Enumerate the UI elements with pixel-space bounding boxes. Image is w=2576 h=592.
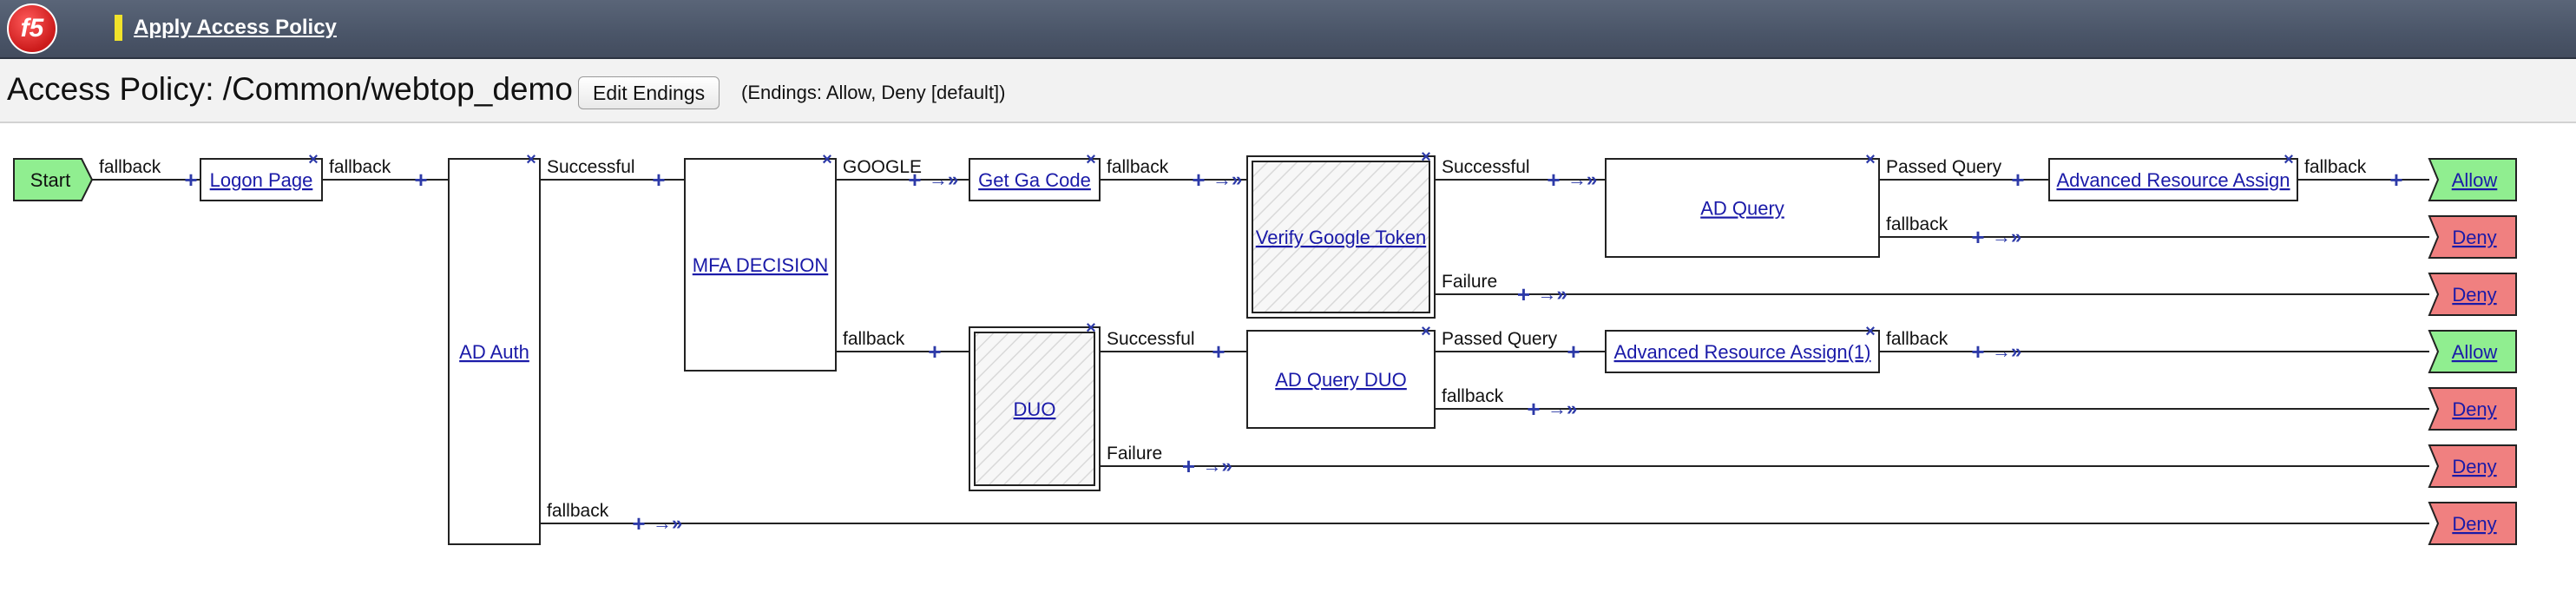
plus-icon[interactable]: + xyxy=(2389,167,2402,193)
endings-summary: (Endings: Allow, Deny [default]) xyxy=(741,82,1006,103)
close-icon[interactable]: × xyxy=(526,150,536,169)
branch-label: fallback xyxy=(329,157,391,177)
plus-icon[interactable]: + xyxy=(414,167,427,193)
branch-label: Passed Query xyxy=(1886,157,2002,177)
policy-item-link[interactable]: MFA DECISION xyxy=(693,254,828,276)
branch-label: Successful xyxy=(1107,329,1195,349)
plus-icon[interactable]: + xyxy=(1182,453,1195,479)
policy-item-ad-query-duo[interactable]: AD Query DUO × xyxy=(1246,322,1436,429)
ending-link[interactable]: Allow xyxy=(2452,341,2498,363)
branch-label: fallback xyxy=(547,501,609,521)
ending-link[interactable]: Deny xyxy=(2452,398,2496,420)
double-chevron-right-icon: →» xyxy=(1992,226,2021,247)
pending-changes-flag-icon xyxy=(115,15,122,41)
plus-icon[interactable]: + xyxy=(1547,167,1560,193)
ending-link[interactable]: Deny xyxy=(2452,284,2496,306)
plus-icon[interactable]: + xyxy=(2011,167,2024,193)
policy-item-link[interactable]: Advanced Resource Assign xyxy=(2056,169,2290,191)
close-icon[interactable]: × xyxy=(1086,150,1096,169)
plus-icon[interactable]: + xyxy=(1971,339,1984,365)
plus-icon[interactable]: + xyxy=(1527,396,1540,422)
branch-label: fallback xyxy=(1107,157,1169,177)
branch-label: fallback xyxy=(843,329,905,349)
top-bar: f5 Apply Access Policy xyxy=(0,0,2576,59)
ending-deny-7[interactable]: Deny xyxy=(2428,502,2517,545)
plus-icon[interactable]: + xyxy=(184,167,197,193)
policy-item-mfa-decision[interactable]: MFA DECISION × xyxy=(684,150,837,372)
double-chevron-right-icon: →» xyxy=(929,168,958,190)
ending-deny-5[interactable]: Deny xyxy=(2428,387,2517,431)
policy-item-logon-page[interactable]: Logon Page× xyxy=(200,150,323,201)
ending-link[interactable]: Deny xyxy=(2452,513,2496,535)
plus-icon[interactable]: + xyxy=(1517,281,1530,307)
branch-label: Failure xyxy=(1442,272,1497,292)
close-icon[interactable]: × xyxy=(308,150,319,169)
start-label: Start xyxy=(30,169,70,191)
close-icon[interactable]: × xyxy=(1865,150,1876,169)
plus-icon[interactable]: + xyxy=(1192,167,1205,193)
close-icon[interactable]: × xyxy=(1865,322,1876,341)
branch-label: Successful xyxy=(547,157,635,177)
double-chevron-right-icon: →» xyxy=(653,512,682,534)
policy-item-advanced-resource-assign[interactable]: Advanced Resource Assign× xyxy=(2048,150,2298,201)
double-chevron-right-icon: →» xyxy=(1548,398,1577,419)
flow-items: Start Logon Page×AD Auth×MFA DECISION×Get… xyxy=(13,148,2517,545)
branch-label: fallback xyxy=(1442,386,1504,406)
policy-item-get-ga-code[interactable]: Get Ga Code× xyxy=(969,150,1101,201)
ending-link[interactable]: Deny xyxy=(2452,227,2496,248)
f5-logo: f5 xyxy=(7,3,57,54)
policy-item-link[interactable]: AD Auth xyxy=(459,341,529,363)
branch-label: Failure xyxy=(1107,444,1162,464)
plus-icon[interactable]: + xyxy=(1971,224,1984,250)
branch-label: fallback xyxy=(2304,157,2367,177)
plus-icon[interactable]: + xyxy=(1212,339,1225,365)
policy-item-link[interactable]: AD Query xyxy=(1700,198,1784,220)
start-node: Start xyxy=(13,158,94,201)
ending-deny-6[interactable]: Deny xyxy=(2428,444,2517,488)
policy-item-link[interactable]: Get Ga Code xyxy=(978,169,1091,191)
page-title: Access Policy: /Common/webtop_demo xyxy=(7,71,573,107)
policy-item-verify-google-token[interactable]: Verify Google Token × xyxy=(1246,148,1436,319)
ending-link[interactable]: Allow xyxy=(2452,169,2498,191)
branch-label: fallback xyxy=(99,157,161,177)
policy-item-link[interactable]: Advanced Resource Assign(1) xyxy=(1614,341,1871,363)
close-icon[interactable]: × xyxy=(822,150,832,169)
plus-icon[interactable]: + xyxy=(632,510,645,536)
plus-icon[interactable]: + xyxy=(652,167,665,193)
double-chevron-right-icon: →» xyxy=(1567,168,1597,190)
plus-icon[interactable]: + xyxy=(928,339,941,365)
policy-item-ad-auth[interactable]: AD Auth × xyxy=(448,150,541,545)
policy-item-advanced-resource-assign-1[interactable]: Advanced Resource Assign(1)× xyxy=(1605,322,1880,373)
apply-access-policy-link[interactable]: Apply Access Policy xyxy=(134,16,337,40)
edit-endings-button[interactable]: Edit Endings xyxy=(578,76,720,109)
plus-icon[interactable]: + xyxy=(1567,339,1580,365)
ending-allow-4[interactable]: Allow xyxy=(2428,330,2517,373)
double-chevron-right-icon: →» xyxy=(1212,168,1242,190)
branch-label: fallback xyxy=(1886,214,1948,234)
close-icon[interactable]: × xyxy=(1086,319,1096,338)
policy-item-link[interactable]: Verify Google Token xyxy=(1256,227,1427,248)
branch-label: fallback xyxy=(1886,329,1948,349)
branch-label: Passed Query xyxy=(1442,329,1558,349)
ending-link[interactable]: Deny xyxy=(2452,456,2496,477)
double-chevron-right-icon: →» xyxy=(1538,283,1567,305)
policy-item-link[interactable]: Logon Page xyxy=(210,169,313,191)
ending-deny-3[interactable]: Deny xyxy=(2428,273,2517,316)
close-icon[interactable]: × xyxy=(2284,150,2294,169)
close-icon[interactable]: × xyxy=(1421,322,1431,341)
ending-deny-2[interactable]: Deny xyxy=(2428,215,2517,259)
double-chevron-right-icon: →» xyxy=(1992,340,2021,362)
double-chevron-right-icon: →» xyxy=(1203,455,1232,477)
policy-item-link[interactable]: DUO xyxy=(1014,398,1056,420)
policy-item-duo[interactable]: DUO × xyxy=(969,319,1101,491)
branch-label: Successful xyxy=(1442,157,1530,177)
policy-flow-canvas: Start Logon Page×AD Auth×MFA DECISION×Get… xyxy=(13,148,2517,545)
plus-icon[interactable]: + xyxy=(908,167,921,193)
ending-allow-1[interactable]: Allow xyxy=(2428,158,2517,201)
policy-item-link[interactable]: AD Query DUO xyxy=(1275,369,1407,391)
policy-item-ad-query[interactable]: AD Query × xyxy=(1605,150,1880,258)
close-icon[interactable]: × xyxy=(1421,148,1431,167)
